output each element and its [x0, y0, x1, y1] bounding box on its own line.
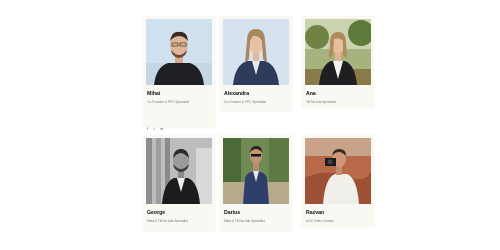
team-card-razvan: Razvan UGC Video Creator [302, 135, 374, 227]
linkedin-icon[interactable]: in [161, 127, 163, 131]
facebook-icon[interactable]: f [147, 127, 148, 131]
team-grid: Mihai Co-Founder & PPC Specialist f ✓ in… [0, 0, 500, 250]
twitter-icon[interactable]: ✓ [153, 127, 156, 131]
team-card-darius: Darius Meta & TikTok Ads Specialist [220, 135, 292, 232]
member-name: Mihai [147, 91, 161, 97]
photo-george [146, 138, 212, 204]
photo-darius [223, 138, 289, 204]
photo-ana [305, 19, 371, 85]
team-card-alexandra: Alexandra Co-Founder & PPC Specialist [220, 16, 292, 112]
team-card-ana: Ana TikTok Ads Specialist [302, 16, 374, 108]
member-name: Alexandra [224, 91, 250, 97]
member-role: Co-Founder & PPC Specialist [224, 100, 266, 104]
member-name: George [147, 210, 166, 216]
member-name: Darius [224, 210, 241, 216]
photo-alexandra [223, 19, 289, 85]
team-card-george: George Meta & TikTok Ads Specialist [143, 135, 215, 232]
member-role: Meta & TikTok Ads Specialist [147, 219, 188, 223]
photo-mihai [146, 19, 212, 85]
social-links: f ✓ in [147, 127, 163, 131]
member-role: Co-Founder & PPC Specialist [147, 100, 189, 104]
member-name: Ana [306, 91, 316, 97]
member-name: Razvan [306, 210, 325, 216]
team-card-mihai: Mihai Co-Founder & PPC Specialist f ✓ in [143, 16, 215, 131]
member-role: TikTok Ads Specialist [306, 100, 336, 104]
member-role: Meta & TikTok Ads Specialist [224, 219, 265, 223]
member-role: UGC Video Creator [306, 219, 334, 223]
photo-razvan [305, 138, 371, 204]
